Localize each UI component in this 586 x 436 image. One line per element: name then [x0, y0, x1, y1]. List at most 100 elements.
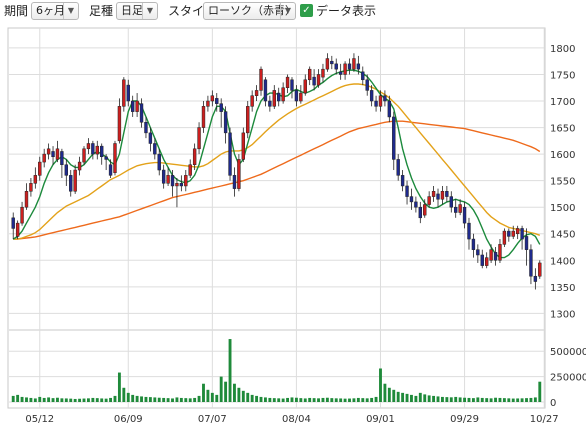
candle-body-down [493, 252, 498, 261]
candle-body-up [431, 191, 436, 197]
volume-axis: 0 250000 500000 [550, 347, 586, 409]
candle-body-down [139, 103, 144, 123]
volume-bar [343, 398, 347, 402]
candle-body-up [95, 145, 99, 155]
volume-bar [193, 397, 197, 402]
volume-bar [427, 395, 431, 402]
candle-body-down [334, 63, 338, 70]
price-axis: 1300 1350 1400 1450 1500 1550 1600 1650 1700 1750… [550, 44, 575, 320]
candle-body-down [144, 122, 148, 134]
volume-bar [401, 392, 405, 402]
candle-body-up [15, 222, 20, 237]
volume-bar [228, 339, 232, 402]
volume-bar [339, 398, 343, 402]
candle-body-up [201, 106, 206, 128]
volume-bar [157, 397, 161, 402]
candle-body-up [135, 100, 139, 112]
price-tick-label: 1800 [550, 44, 575, 55]
volume-bar [82, 398, 86, 402]
volume-bar [317, 398, 320, 402]
period-select[interactable]: 6ヶ月 ▼ [31, 2, 79, 20]
style-select[interactable]: ローソク（赤青） ▼ [203, 2, 296, 20]
volume-bar [325, 397, 329, 402]
candle-body-up [246, 106, 250, 134]
candle-body-down [369, 90, 374, 102]
volume-bar [135, 395, 139, 402]
volume-bar [25, 397, 28, 402]
volume-bar [20, 396, 24, 402]
volume-bar [140, 396, 143, 402]
price-tick-label: 1500 [550, 203, 575, 214]
candle-body-down [529, 249, 533, 277]
date-tick-label: 10/27 [530, 414, 559, 425]
candle-body-up [46, 148, 51, 155]
candle-body-down [219, 103, 223, 112]
volume-bar [64, 398, 68, 402]
data-display-label[interactable]: データ表示 [316, 4, 376, 18]
ashi-select-value: 日足 [121, 4, 143, 17]
volume-bar [131, 394, 135, 402]
volume-bar [109, 397, 113, 402]
volume-bar [436, 396, 440, 402]
candle-body-down [374, 100, 378, 107]
candle-body-up [303, 79, 307, 94]
volume-bar [60, 398, 64, 402]
candle-body-down [223, 111, 228, 134]
volume-bar [405, 393, 409, 402]
volume-bar [507, 398, 511, 402]
volume-bar [47, 397, 51, 402]
candle-body-down [387, 100, 392, 118]
volume-bar [259, 396, 263, 402]
candle-body-down [130, 100, 135, 112]
candle-body-down [445, 191, 449, 197]
candle-body-down [179, 183, 184, 187]
volume-bar [33, 398, 37, 402]
volume-bar [396, 391, 400, 402]
volume-bar [321, 397, 325, 402]
candle-body-down [392, 116, 396, 160]
volume-bar [246, 392, 250, 402]
data-display-checkbox[interactable]: ✓ [300, 4, 313, 17]
volume-bar [538, 381, 542, 402]
volume-bar [374, 396, 378, 402]
candle-body-up [113, 143, 117, 173]
candle-body-down [524, 236, 529, 250]
candle-body-down [170, 175, 175, 187]
candle-body-up [29, 183, 33, 192]
volume-bar [100, 398, 104, 402]
candle-body-down [268, 100, 272, 107]
volume-bar [445, 397, 449, 402]
candle-body-up [192, 148, 197, 165]
candle-body-up [117, 106, 122, 142]
candle-body-down [148, 132, 153, 144]
candle-body-up [166, 175, 170, 184]
check-icon: ✓ [302, 5, 311, 16]
volume-bar [148, 397, 152, 402]
date-tick-label: 06/09 [114, 414, 143, 425]
volume-bar [215, 394, 219, 402]
volume-bar [432, 395, 436, 402]
volume-bar [184, 398, 188, 402]
volume-bar [418, 392, 422, 402]
candle-body-up [42, 153, 46, 163]
candle-body-down [91, 143, 95, 155]
period-label: 期間 [4, 4, 29, 18]
candle-body-down [414, 201, 418, 208]
candle-body-down [436, 193, 440, 200]
candle-body-down [60, 151, 64, 165]
volume-bar [144, 396, 148, 402]
candle-body-down [476, 249, 480, 256]
candle-body-down [383, 95, 387, 102]
volume-bar [104, 398, 108, 402]
volume-bar [365, 398, 369, 402]
candle-body-up [423, 204, 427, 216]
candle-body-down [347, 63, 352, 70]
date-tick-label: 07/07 [198, 414, 227, 425]
candle-body-up [73, 169, 77, 192]
volume-bar [290, 397, 294, 402]
volume-bar [356, 397, 360, 402]
volume-bar [250, 394, 254, 402]
ashi-select[interactable]: 日足 ▼ [116, 2, 158, 20]
volume-bar [312, 398, 316, 402]
volume-bar [56, 397, 59, 402]
